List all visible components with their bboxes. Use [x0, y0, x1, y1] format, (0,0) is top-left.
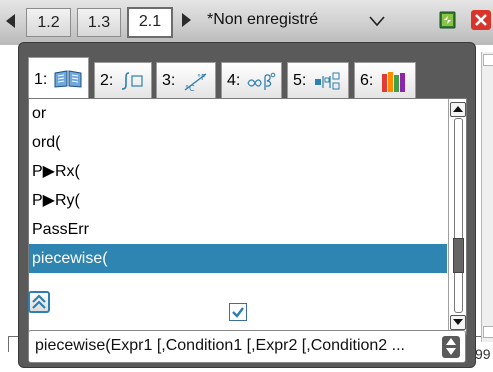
tab-1-3[interactable]: 1.3	[77, 8, 121, 37]
background-partial-number: 99	[475, 346, 491, 362]
top-tab-bar: 1.2 1.3 2.1 *Non enregistré	[0, 0, 493, 45]
scroll-up-button[interactable]	[450, 102, 466, 117]
catalog-scrollbar[interactable]	[448, 99, 466, 334]
list-item-selected[interactable]: piecewise(	[29, 244, 447, 273]
list-item[interactable]: P▶Rx(	[29, 157, 447, 186]
catalog-tab-3[interactable]: 3: °F °C	[156, 62, 216, 98]
background-scroll-down-icon[interactable]	[483, 326, 493, 338]
book-icon	[54, 70, 82, 88]
svg-text:°F: °F	[197, 73, 206, 82]
chevron-down-icon[interactable]	[369, 14, 385, 28]
catalog-tab-number: 2:	[100, 72, 114, 89]
svg-text:°C: °C	[185, 84, 195, 93]
chevron-up-icon	[453, 106, 463, 112]
catalog-tab-2[interactable]: 2:	[94, 62, 152, 98]
chevron-down-icon	[453, 319, 463, 325]
template-icon	[315, 72, 340, 90]
list-item[interactable]: P▶Ry(	[29, 186, 447, 215]
background-divider-tick	[8, 336, 9, 352]
document-title[interactable]: *Non enregistré	[207, 11, 318, 29]
list-item[interactable]: PassErr	[29, 215, 447, 244]
chevron-up-icon[interactable]	[446, 338, 456, 345]
unit-conversion-icon: °F °C	[184, 73, 207, 93]
double-chevron-up-icon	[32, 294, 46, 309]
catalog-tab-number: 5:	[293, 72, 307, 89]
catalog-tab-number: 3:	[162, 72, 176, 89]
wizards-label: Assistants activés	[268, 300, 404, 319]
tab-1-2[interactable]: 1.2	[26, 8, 71, 37]
previous-page-arrow-icon[interactable]	[6, 14, 15, 28]
checkmark-icon	[232, 307, 244, 318]
background-scroll-up-icon[interactable]	[483, 54, 493, 66]
catalog-tab-4[interactable]: 4:	[221, 62, 282, 98]
close-icon[interactable]	[470, 9, 492, 31]
catalog-tab-6[interactable]: 6:	[354, 62, 416, 98]
wand-icon	[256, 307, 267, 318]
background-scrollbar[interactable]	[481, 52, 493, 342]
chevron-down-icon[interactable]	[446, 348, 456, 355]
expand-button[interactable]	[28, 291, 50, 313]
list-item[interactable]: or	[29, 99, 447, 128]
wizards-checkbox[interactable]	[229, 303, 247, 321]
catalog-tab-number: 1:	[34, 71, 48, 88]
catalog-tab-1[interactable]: 1:	[28, 57, 89, 99]
infinity-beta-icon	[247, 72, 276, 90]
battery-icon	[439, 11, 456, 29]
catalog-dialog: 1: 2: 3: °F °C 4: 5: 6: or ord(P▶Rx(P▶…	[18, 42, 476, 368]
next-page-arrow-icon[interactable]	[182, 13, 191, 27]
scroll-thumb[interactable]	[453, 238, 464, 273]
list-item[interactable]: ord(	[29, 128, 447, 157]
catalog-tab-number: 6:	[360, 72, 374, 89]
catalog-tab-number: 4:	[227, 72, 241, 89]
syntax-scroll-spinner[interactable]	[442, 336, 460, 358]
integral-icon	[121, 72, 143, 90]
catalog-tab-5[interactable]: 5:	[287, 62, 349, 98]
scroll-down-button[interactable]	[450, 315, 466, 330]
syntax-text: piecewise(Expr1 [,Condition1 [,Expr2 [,C…	[35, 337, 405, 354]
scroll-track[interactable]	[454, 118, 463, 313]
tab-2-1[interactable]: 2.1	[127, 7, 173, 38]
syntax-help-field: piecewise(Expr1 [,Condition1 [,Expr2 [,C…	[28, 330, 466, 363]
library-icon	[382, 72, 405, 92]
